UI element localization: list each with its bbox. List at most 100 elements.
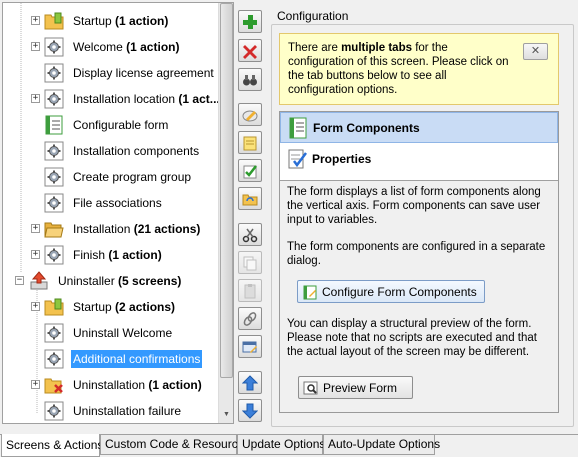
tree-item[interactable]: + Installation location (1 act...: [3, 86, 220, 112]
notes-button[interactable]: [238, 131, 262, 154]
configuration-title: Configuration: [277, 9, 349, 23]
tree-item[interactable]: Display license agreement: [3, 60, 220, 86]
tree-item[interactable]: − Uninstaller (5 screens): [3, 268, 220, 294]
tab-screens-actions[interactable]: Screens & Actions: [1, 434, 103, 457]
tree-item-label: Create program group: [73, 170, 192, 184]
tree-item-label: Additional confirmations: [71, 350, 203, 368]
move-up-button[interactable]: [238, 371, 262, 394]
close-info-button[interactable]: ✕: [523, 43, 548, 60]
gear-screen-icon: [44, 245, 64, 265]
rename-button[interactable]: [238, 103, 262, 126]
scroll-down-arrow-icon[interactable]: ▼: [220, 408, 233, 422]
tree-item[interactable]: Create program group: [3, 164, 220, 190]
form-icon: [44, 115, 64, 135]
folder-action-icon: [44, 297, 64, 317]
form-components-description: The form components are configured in a …: [287, 241, 546, 267]
tree-item[interactable]: File associations: [3, 190, 220, 216]
expand-icon[interactable]: +: [31, 250, 40, 259]
check-icon: [243, 164, 257, 178]
tab-form-components[interactable]: Form Components: [280, 112, 558, 143]
find-button[interactable]: [238, 68, 262, 91]
scrollbar-thumb[interactable]: [220, 3, 233, 378]
rename-icon: [242, 110, 258, 121]
expand-icon[interactable]: +: [31, 94, 40, 103]
tree-item[interactable]: + Installation (21 actions): [3, 216, 220, 242]
gear-screen-icon: [44, 141, 64, 161]
link-button[interactable]: [238, 307, 262, 330]
expand-icon[interactable]: +: [31, 302, 40, 311]
delete-button[interactable]: [238, 39, 262, 62]
edit-screen-button[interactable]: [238, 335, 262, 358]
edit-screen-icon: [242, 341, 257, 353]
tree-item-label: Installation (21 actions): [73, 222, 201, 236]
cut-button[interactable]: [238, 223, 262, 246]
expand-icon[interactable]: +: [31, 380, 40, 389]
gear-screen-icon: [44, 167, 64, 187]
add-button[interactable]: [238, 10, 262, 33]
move-down-icon: [242, 403, 258, 419]
tab-properties[interactable]: Properties: [280, 143, 558, 174]
notes-icon: [243, 136, 257, 150]
tree-item-label: Display license agreement: [73, 66, 214, 80]
tree-item[interactable]: + Finish (1 action): [3, 242, 220, 268]
tree-item-label: Installation components: [73, 144, 200, 158]
move-down-button[interactable]: [238, 399, 262, 422]
expand-icon[interactable]: +: [31, 224, 40, 233]
tree-item[interactable]: + Startup (1 action): [3, 8, 220, 34]
folder-sync-icon: [242, 194, 258, 205]
expand-icon[interactable]: +: [31, 42, 40, 51]
configure-form-icon: [303, 285, 317, 299]
tree-item-label: Uninstallation failure: [73, 404, 182, 418]
expand-icon[interactable]: +: [31, 16, 40, 25]
folder-open-icon: [44, 219, 64, 239]
tree-item[interactable]: Installation components: [3, 138, 220, 164]
folder-delete-icon: [44, 375, 64, 395]
tree-item[interactable]: Additional confirmations: [3, 346, 220, 372]
move-up-icon: [242, 374, 258, 390]
delete-icon: [243, 44, 257, 59]
link-icon: [243, 311, 257, 326]
preview-description: You can display a structural preview of …: [287, 318, 537, 358]
tree-item[interactable]: Uninstall Welcome: [3, 320, 220, 346]
gear-screen-icon: [44, 89, 64, 109]
tab-update-options[interactable]: Update Options: [237, 435, 325, 455]
cut-icon: [242, 228, 258, 242]
collapse-icon[interactable]: −: [15, 276, 24, 285]
gear-screen-icon: [44, 349, 64, 369]
preview-icon: [303, 381, 318, 394]
paste-button[interactable]: [238, 279, 262, 302]
tree-item[interactable]: + Welcome (1 action): [3, 34, 220, 60]
tab-content: The form displays a list of form compone…: [280, 180, 558, 412]
gear-screen-icon: [44, 63, 64, 83]
find-icon: [243, 74, 257, 85]
gear-screen-icon: [44, 37, 64, 57]
tree-item-label: Welcome (1 action): [73, 40, 180, 54]
tree-item-label: Startup (2 actions): [73, 300, 176, 314]
preview-form-button[interactable]: Preview Form: [298, 376, 413, 399]
configure-form-components-button[interactable]: Configure Form Components: [297, 280, 485, 303]
check-button[interactable]: [238, 159, 262, 182]
info-text: There are multiple tabs for the configur…: [288, 42, 509, 96]
tree-item-label: Uninstall Welcome: [73, 326, 173, 340]
screens-tree[interactable]: + Startup (1 action) + Welcome (1 action) Di…: [2, 2, 234, 424]
tree-item[interactable]: Uninstallation failure: [3, 398, 220, 423]
copy-button[interactable]: [238, 251, 262, 274]
folder-sync-button[interactable]: [238, 187, 262, 210]
folder-action-icon: [44, 11, 64, 31]
tree-item[interactable]: + Startup (2 actions): [3, 294, 220, 320]
uninstaller-icon: [29, 271, 49, 291]
add-icon: [243, 14, 257, 29]
properties-icon: [288, 149, 307, 168]
configuration-tabs-panel: Form Components Properties The form disp…: [279, 111, 559, 413]
tree-item[interactable]: + Uninstallation (1 action): [3, 372, 220, 398]
tab-form-components-label: Form Components: [313, 120, 420, 135]
tree-item-label: Startup (1 action): [73, 14, 169, 28]
tree-item-label: Uninstallation (1 action): [73, 378, 202, 392]
tab-auto-update-options[interactable]: Auto-Update Options: [323, 435, 440, 455]
gear-screen-icon: [44, 193, 64, 213]
tree-item-label: Finish (1 action): [73, 248, 162, 262]
tree-vertical-scrollbar[interactable]: ▼: [218, 3, 233, 423]
tree-item-label: Installation location (1 act...: [73, 92, 220, 106]
tree-item[interactable]: Configurable form: [3, 112, 220, 138]
tab-custom-code-resources[interactable]: Custom Code & Resources: [100, 435, 250, 455]
